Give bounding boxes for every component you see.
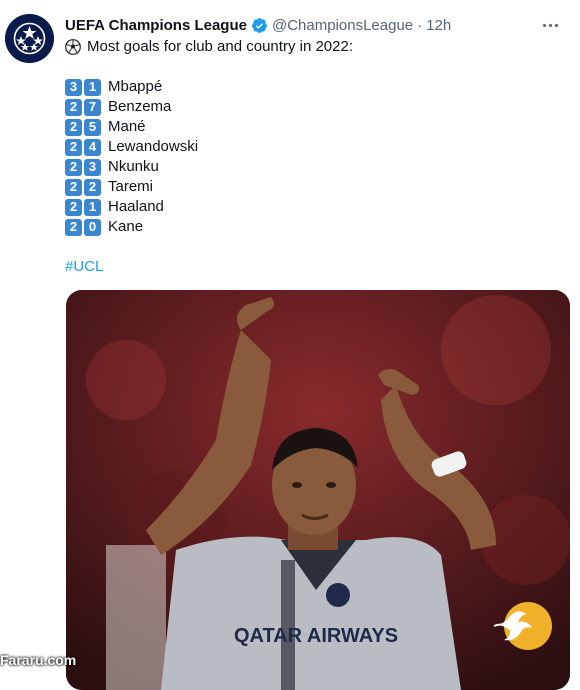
verified-badge-icon xyxy=(252,17,267,33)
keycap-digit: 2 xyxy=(65,118,82,136)
leader-row: 25 Mané xyxy=(65,117,565,137)
leader-row: 21 Haaland xyxy=(65,197,565,217)
account-name[interactable]: UEFA Champions League xyxy=(65,17,247,34)
keycap-digit: 2 xyxy=(65,178,82,196)
player-name: Kane xyxy=(108,218,144,235)
player-name: Lewandowski xyxy=(108,138,199,155)
account-handle[interactable]: @ChampionsLeague xyxy=(272,17,413,34)
keycap-digit: 3 xyxy=(65,78,82,96)
goal-count-keycaps: 22 xyxy=(65,178,103,196)
keycap-digit: 2 xyxy=(84,178,101,196)
player-name: Benzema xyxy=(108,98,172,115)
player-name: Nkunku xyxy=(108,158,159,175)
tweet-card[interactable]: UEFA Champions League @ChampionsLeague ·… xyxy=(0,0,580,690)
keycap-digit: 2 xyxy=(65,98,82,116)
keycap-digit: 2 xyxy=(65,158,82,176)
leader-row: 24 Lewandowski xyxy=(65,137,565,157)
goal-count-keycaps: 24 xyxy=(65,138,103,156)
player-name: Haaland xyxy=(108,198,164,215)
keycap-digit: 0 xyxy=(84,218,101,236)
leader-row: 20 Kane xyxy=(65,217,565,237)
goal-count-keycaps: 23 xyxy=(65,158,103,176)
keycap-digit: 1 xyxy=(84,198,101,216)
keycap-digit: 2 xyxy=(65,138,82,156)
hashtag-link[interactable]: #UCL xyxy=(65,257,103,277)
goal-count-keycaps: 31 xyxy=(65,78,103,96)
goal-count-keycaps: 25 xyxy=(65,118,103,136)
keycap-digit: 2 xyxy=(65,198,82,216)
leader-row: 27 Benzema xyxy=(65,97,565,117)
keycap-digit: 2 xyxy=(65,218,82,236)
tweet-header: UEFA Champions League @ChampionsLeague ·… xyxy=(65,14,451,36)
keycap-digit: 1 xyxy=(84,78,101,96)
goal-count-keycaps: 21 xyxy=(65,198,103,216)
fararu-logo-icon xyxy=(493,602,552,650)
watermark-text: Fararu.com xyxy=(0,652,77,668)
more-options-icon[interactable] xyxy=(538,18,562,32)
soccer-ball-icon xyxy=(65,39,81,55)
intro-line: Most goals for club and country in 2022: xyxy=(65,37,565,57)
keycap-digit: 4 xyxy=(84,138,101,156)
keycap-digit: 5 xyxy=(84,118,101,136)
keycap-digit: 3 xyxy=(84,158,101,176)
leader-row: 23 Nkunku xyxy=(65,157,565,177)
intro-text: Most goals for club and country in 2022: xyxy=(87,38,353,55)
leader-row: 22 Taremi xyxy=(65,177,565,197)
tweet-text: Most goals for club and country in 2022:… xyxy=(65,37,565,277)
goal-count-keycaps: 20 xyxy=(65,218,103,236)
jersey-text: QATAR AIRWAYS xyxy=(234,625,398,647)
avatar[interactable] xyxy=(5,14,54,63)
timestamp[interactable]: 12h xyxy=(426,17,451,34)
player-name: Mbappé xyxy=(108,78,163,95)
leader-row: 31 Mbappé xyxy=(65,77,565,97)
player-name: Mané xyxy=(108,118,146,135)
player-name: Taremi xyxy=(108,178,154,195)
starball-logo-icon xyxy=(5,14,54,63)
separator-dot: · xyxy=(417,16,423,34)
keycap-digit: 7 xyxy=(84,98,101,116)
goal-count-keycaps: 27 xyxy=(65,98,103,116)
